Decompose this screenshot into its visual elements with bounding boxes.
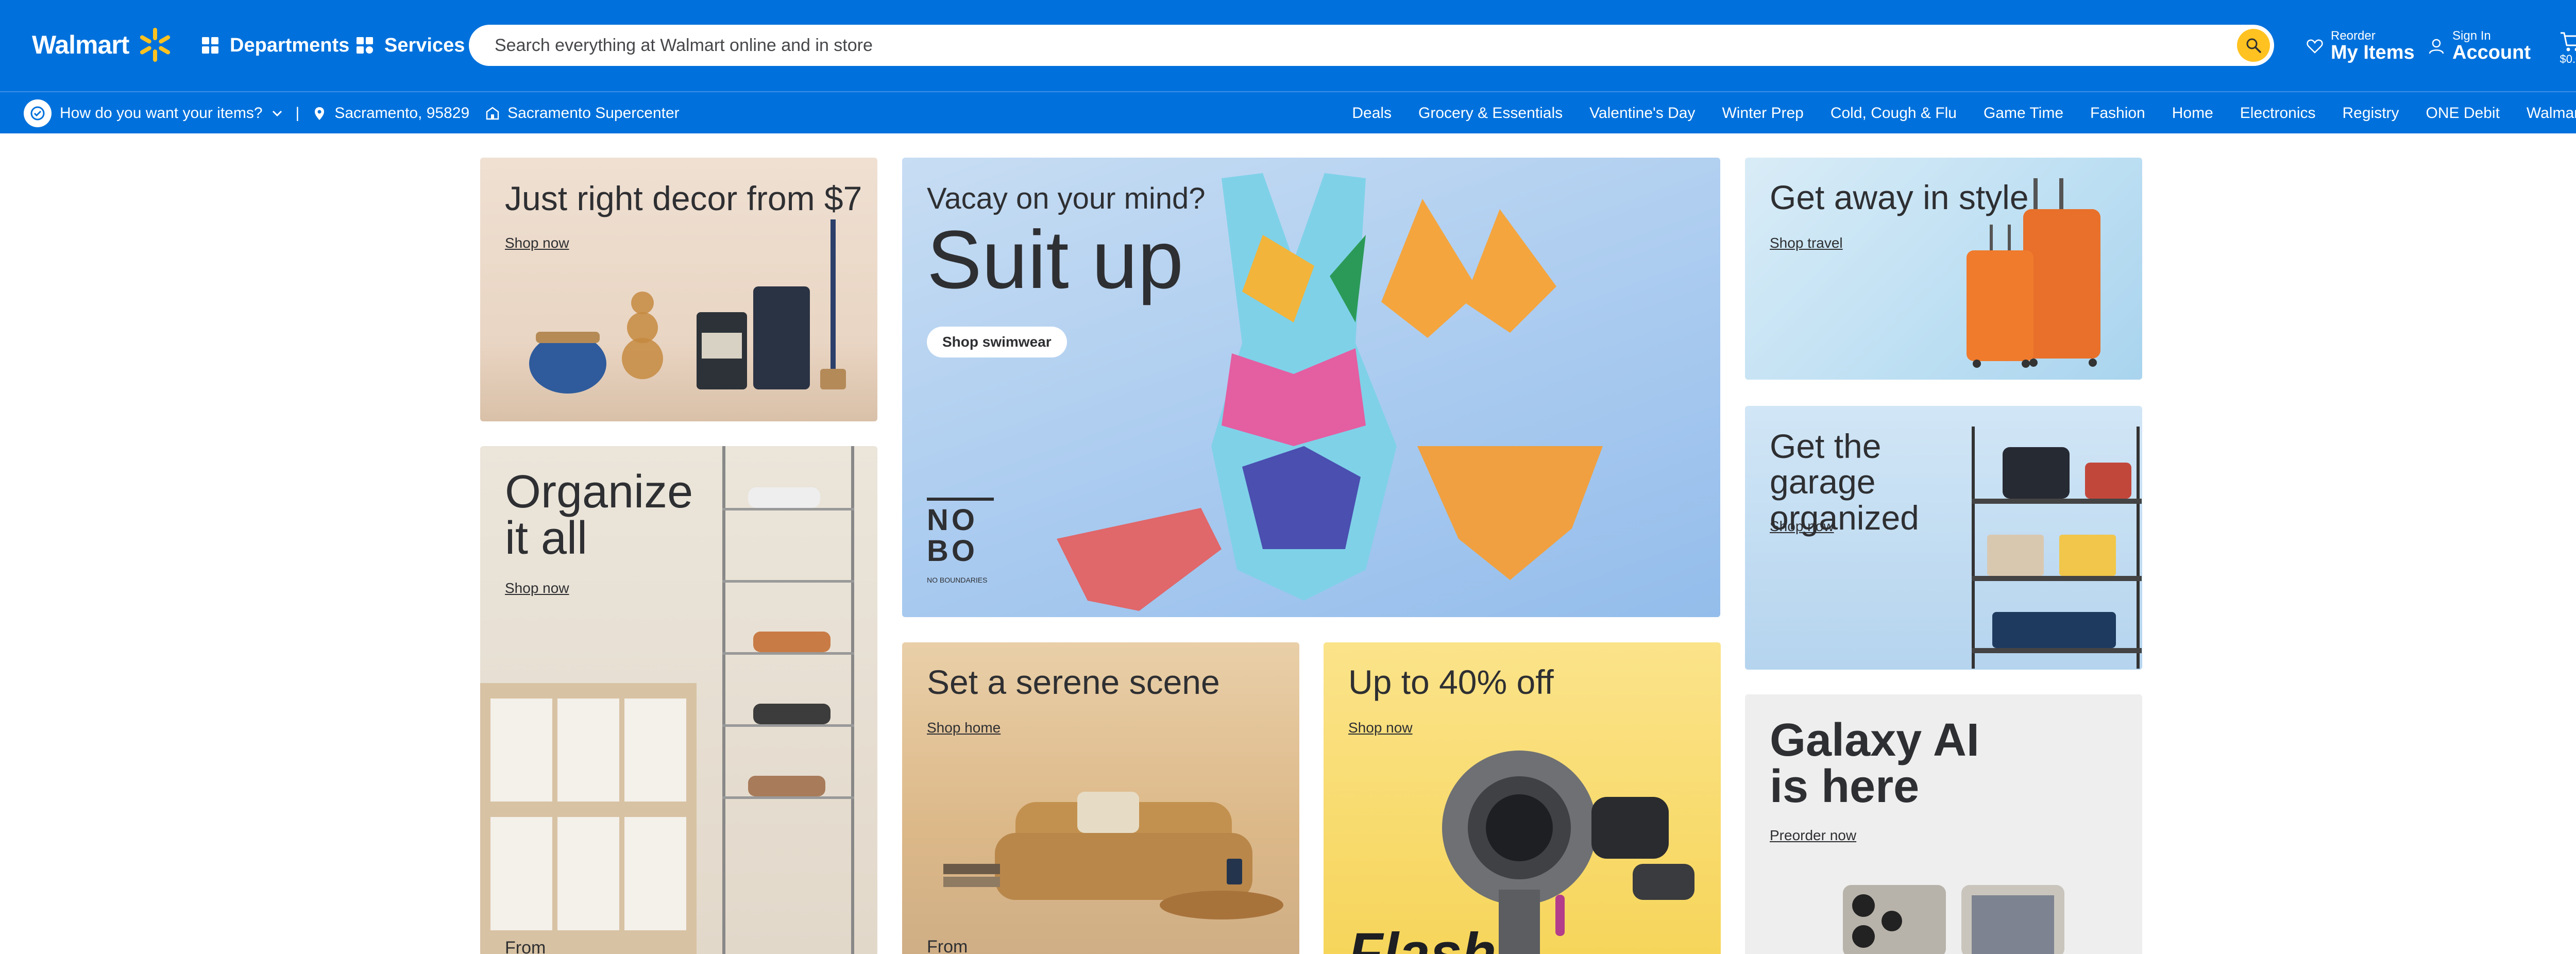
cart-total: $0.00 bbox=[2560, 53, 2576, 65]
nav-valentines-day[interactable]: Valentine's Day bbox=[1589, 105, 1695, 122]
organize-tile[interactable]: Organize it all Shop now From bbox=[480, 446, 877, 954]
location-selector[interactable]: Sacramento, 95829 bbox=[312, 105, 469, 122]
nav-home[interactable]: Home bbox=[2172, 105, 2213, 122]
services-button[interactable]: Services bbox=[346, 27, 473, 64]
home-from-label: From bbox=[927, 937, 968, 954]
location-text: Sacramento, 95829 bbox=[334, 105, 470, 122]
delivery-selector[interactable]: How do you want your items? | Sacramento… bbox=[24, 98, 680, 128]
chevron-down-icon bbox=[272, 110, 282, 117]
logo-text: Walmart bbox=[32, 30, 129, 59]
delivery-prompt: How do you want your items? bbox=[60, 105, 263, 122]
swimwear-product-image bbox=[927, 173, 1603, 611]
phone-product-image bbox=[1843, 885, 2064, 954]
search-bar bbox=[469, 25, 2274, 66]
sub-divider: | bbox=[295, 105, 300, 122]
nav-fashion[interactable]: Fashion bbox=[2090, 105, 2145, 122]
brand-logo-top: NO bbox=[927, 503, 978, 537]
nav-registry[interactable]: Registry bbox=[2343, 105, 2399, 122]
walmart-logo[interactable]: Walmart bbox=[32, 27, 173, 63]
signin-small-label: Sign In bbox=[2452, 29, 2491, 43]
store-selector[interactable]: Sacramento Supercenter bbox=[485, 105, 680, 122]
nav-one-debit[interactable]: ONE Debit bbox=[2426, 105, 2500, 122]
spark-logo-icon bbox=[140, 28, 171, 62]
nav-walmart-plus[interactable]: Walmart+ bbox=[2527, 105, 2576, 122]
services-icon bbox=[357, 37, 373, 54]
luggage-product-image bbox=[1967, 178, 2100, 368]
nav-deals[interactable]: Deals bbox=[1352, 105, 1392, 122]
brand-logo-caption: NO BOUNDARIES bbox=[927, 576, 988, 584]
travel-tile[interactable]: Get away in style Shop travel bbox=[1745, 158, 2142, 380]
home-tile[interactable]: Set a serene scene Shop home From bbox=[902, 642, 1299, 954]
cart-icon bbox=[2561, 32, 2576, 52]
decor-product-image bbox=[529, 219, 846, 394]
delivery-icon bbox=[24, 99, 52, 127]
garage-tile[interactable]: Get the garage organized Shop now bbox=[1745, 406, 2142, 670]
store-icon bbox=[486, 107, 499, 120]
grid-icon bbox=[202, 37, 218, 54]
sofa-product-image bbox=[943, 792, 1283, 919]
top-header: Walmart Departments Services Reorder bbox=[0, 0, 2576, 91]
store-text: Sacramento Supercenter bbox=[507, 105, 680, 122]
departments-label: Departments bbox=[230, 34, 350, 56]
delivery-bar: How do you want your items? | Sacramento… bbox=[0, 91, 2576, 133]
heart-icon bbox=[2307, 39, 2323, 54]
reorder-small-label: Reorder bbox=[2331, 29, 2376, 43]
organizer-product-image bbox=[480, 446, 854, 954]
departments-button[interactable]: Departments bbox=[192, 27, 358, 64]
cart-button[interactable]: 0 $0.00 bbox=[2553, 23, 2576, 69]
account-label: Account bbox=[2452, 41, 2531, 63]
search-input[interactable] bbox=[495, 35, 2195, 56]
brand-logo-bottom: BO bbox=[927, 534, 978, 568]
deals-tile[interactable]: Up to 40% off Shop now Flash bbox=[1324, 642, 1721, 954]
deals-flash-label: Flash bbox=[1348, 922, 1497, 954]
account-button[interactable]: Sign In Account bbox=[2428, 26, 2531, 67]
reorder-button[interactable]: Reorder My Items bbox=[2306, 26, 2415, 67]
nav-electronics[interactable]: Electronics bbox=[2240, 105, 2316, 122]
reorder-big-label: My Items bbox=[2331, 41, 2415, 63]
category-nav: Deals Grocery & Essentials Valentine's D… bbox=[1352, 92, 2576, 134]
nav-winter-prep[interactable]: Winter Prep bbox=[1722, 105, 1803, 122]
search-button[interactable] bbox=[2237, 29, 2270, 62]
search-icon bbox=[2246, 38, 2261, 53]
location-icon bbox=[315, 107, 325, 120]
decor-tile[interactable]: Just right decor from $7 Shop now bbox=[480, 158, 877, 421]
nav-grocery-essentials[interactable]: Grocery & Essentials bbox=[1418, 105, 1563, 122]
services-label: Services bbox=[384, 34, 465, 56]
person-icon bbox=[2429, 39, 2444, 54]
swimwear-tile[interactable]: Vacay on your mind? Suit up Shop swimwea… bbox=[902, 158, 1720, 617]
nav-game-time[interactable]: Game Time bbox=[1984, 105, 2063, 122]
shelving-product-image bbox=[1972, 427, 2142, 669]
hair-dryer-product-image bbox=[1442, 751, 1694, 954]
nav-cold-cough-flu[interactable]: Cold, Cough & Flu bbox=[1831, 105, 1957, 122]
organize-from-label: From bbox=[505, 938, 546, 954]
galaxy-tile[interactable]: Galaxy AI is here Preorder now bbox=[1745, 694, 2142, 954]
